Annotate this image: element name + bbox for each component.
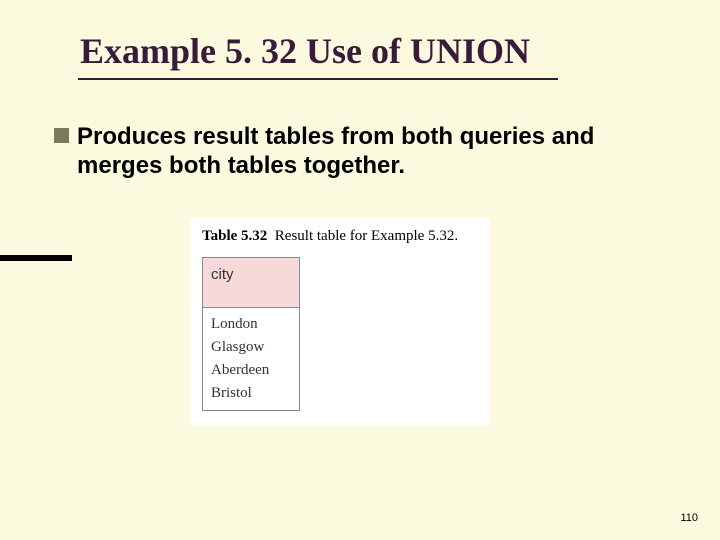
bullet-text-line2: merges both tables together. xyxy=(77,151,654,180)
table-header-cell: city xyxy=(203,258,300,308)
side-accent-bar xyxy=(0,255,72,261)
bullet-text-line1: Produces result tables from both queries… xyxy=(77,123,594,150)
table-cell: Glasgow xyxy=(203,335,300,358)
table-row: Aberdeen xyxy=(203,358,300,381)
table-row: Glasgow xyxy=(203,335,300,358)
title-underline xyxy=(78,78,558,80)
bullet-item: Produces result tables from both queries… xyxy=(54,122,654,181)
table-cell: London xyxy=(203,308,300,336)
table-cell: Bristol xyxy=(203,381,300,411)
table-figure: Table 5.32 Result table for Example 5.32… xyxy=(190,218,490,425)
table-header-row: city xyxy=(203,258,300,308)
bullet-icon xyxy=(54,128,69,143)
slide-title: Example 5. 32 Use of UNION xyxy=(80,30,530,72)
table-caption-rest: Result table for Example 5.32. xyxy=(275,228,458,244)
table-row: London xyxy=(203,308,300,336)
result-table: city London Glasgow Aberdeen Bristol xyxy=(202,257,300,411)
table-cell: Aberdeen xyxy=(203,358,300,381)
table-caption: Table 5.32 Result table for Example 5.32… xyxy=(202,228,480,245)
slide: Example 5. 32 Use of UNION Produces resu… xyxy=(0,0,720,540)
table-caption-label: Table 5.32 xyxy=(202,228,267,244)
page-number: 110 xyxy=(680,512,698,524)
table-row: Bristol xyxy=(203,381,300,411)
